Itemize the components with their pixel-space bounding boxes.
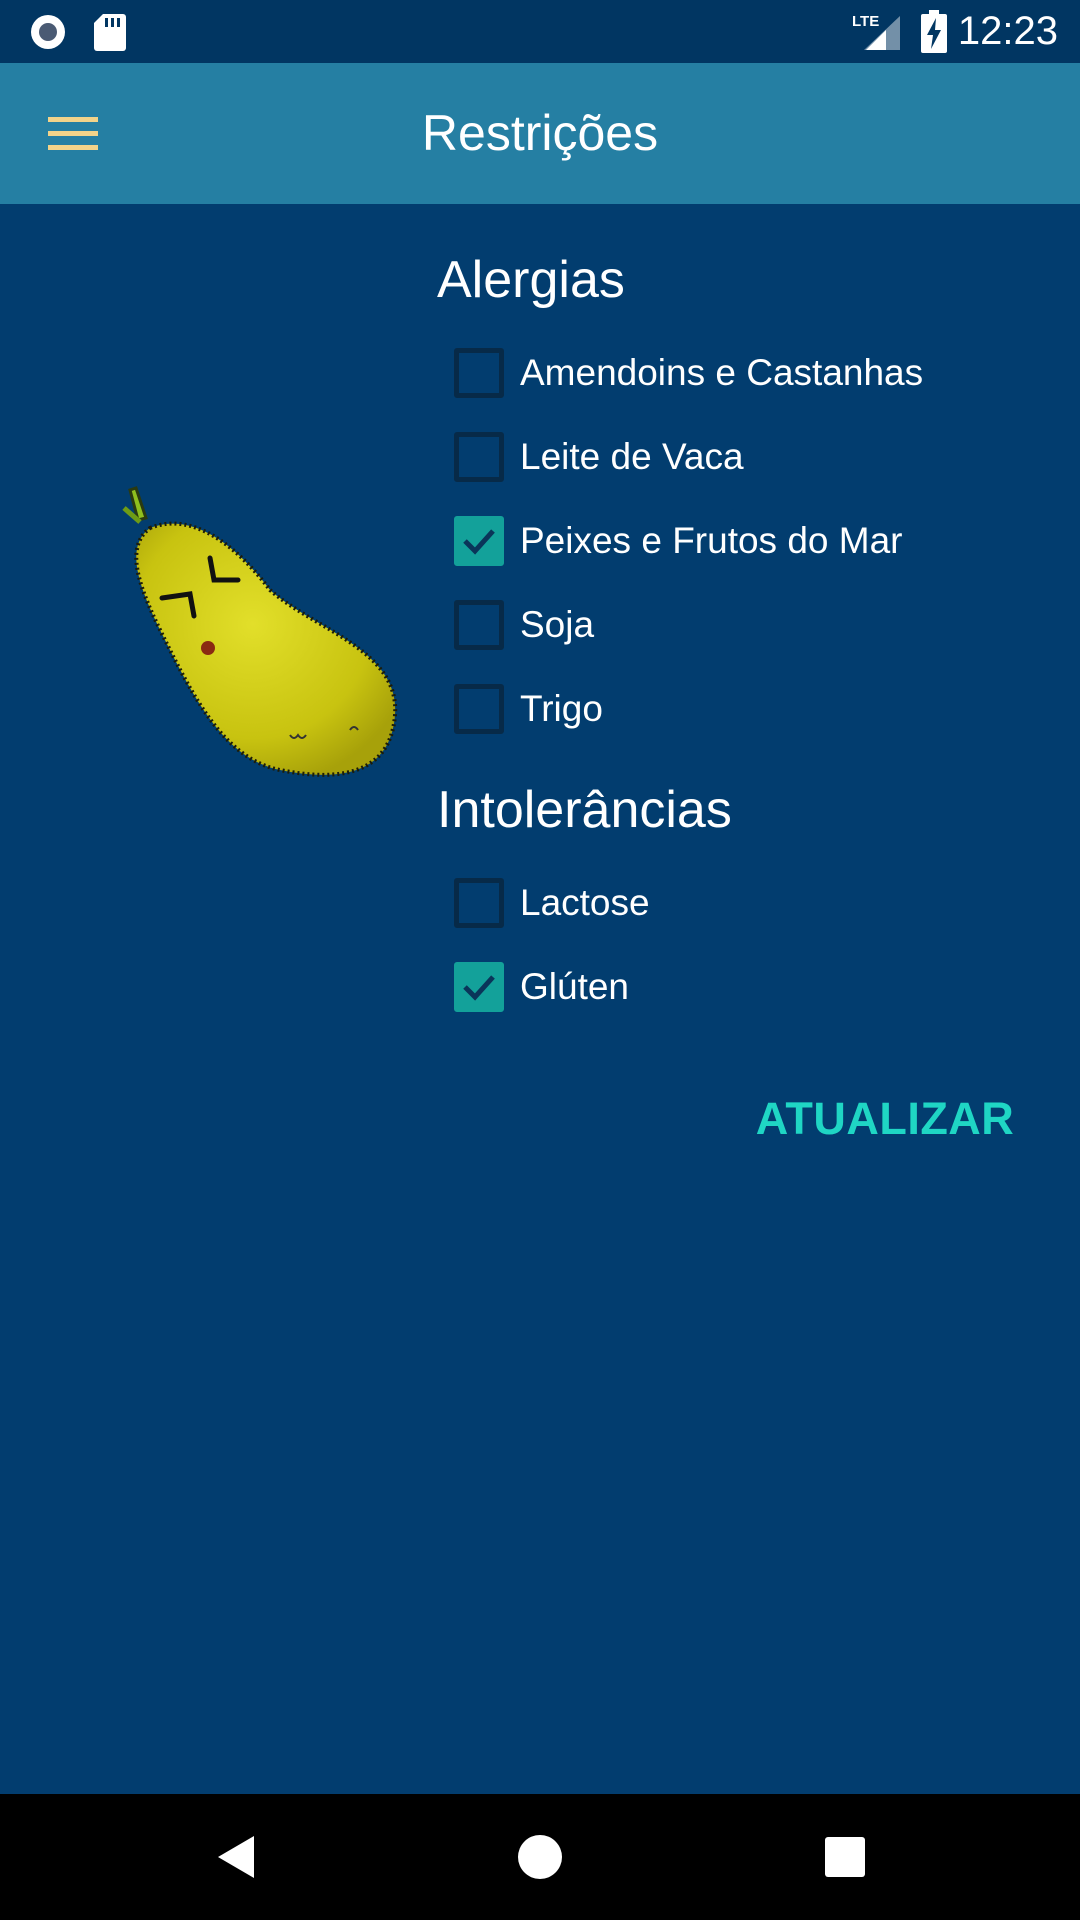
checkmark-icon [463, 975, 495, 1001]
checkbox-label: Trigo [520, 688, 603, 729]
checkbox-unchecked[interactable] [454, 348, 504, 398]
checkbox-label: Amendoins e Castanhas [520, 352, 924, 393]
checkbox-gluten[interactable]: Glúten [452, 955, 1012, 1019]
checkbox-unchecked[interactable] [454, 432, 504, 482]
navigation-bar [0, 1794, 1080, 1920]
checkbox-label: Soja [520, 604, 595, 645]
mascot-fruit-illustration [122, 486, 398, 777]
checkbox-checked[interactable] [454, 962, 504, 1012]
checkbox-label: Lactose [520, 882, 650, 923]
intolerances-heading: Intolerâncias [437, 781, 732, 839]
status-bar: LTE 12:23 [0, 0, 1080, 63]
battery-charging-icon [921, 10, 947, 53]
back-button[interactable] [200, 1822, 270, 1892]
menu-button[interactable] [36, 103, 108, 163]
checkmark-icon [463, 529, 495, 555]
recents-button[interactable] [810, 1822, 880, 1892]
recents-icon [825, 1837, 865, 1877]
checkbox-unchecked[interactable] [454, 878, 504, 928]
checkbox-label: Peixes e Frutos do Mar [520, 520, 903, 561]
update-button[interactable]: ATUALIZAR [740, 1084, 1030, 1154]
checkbox-amendoins-castanhas[interactable]: Amendoins e Castanhas [452, 341, 1012, 405]
checkbox-leite-de-vaca[interactable]: Leite de Vaca [452, 425, 1012, 489]
checkbox-trigo[interactable]: Trigo [452, 677, 1012, 741]
hamburger-menu-icon [48, 117, 98, 150]
back-icon [218, 1836, 254, 1878]
home-button[interactable] [505, 1822, 575, 1892]
checkbox-label: Glúten [520, 966, 630, 1007]
lte-label: LTE [852, 13, 879, 30]
checkbox-unchecked[interactable] [454, 684, 504, 734]
record-icon [31, 15, 65, 49]
lte-signal-icon: LTE [852, 13, 900, 50]
page-title: Restrições [421, 105, 659, 161]
checkbox-unchecked[interactable] [454, 600, 504, 650]
checkbox-checked[interactable] [454, 516, 504, 566]
allergies-heading: Alergias [437, 251, 625, 309]
checkbox-peixes-frutos-do-mar[interactable]: Peixes e Frutos do Mar [452, 509, 1012, 573]
checkbox-label: Leite de Vaca [520, 436, 744, 477]
sd-card-icon [94, 14, 126, 51]
home-icon [518, 1835, 562, 1879]
app-bar: Restrições [0, 63, 1080, 204]
status-time: 12:23 [957, 9, 1058, 53]
checkbox-soja[interactable]: Soja [452, 593, 1012, 657]
checkbox-lactose[interactable]: Lactose [452, 871, 1012, 935]
